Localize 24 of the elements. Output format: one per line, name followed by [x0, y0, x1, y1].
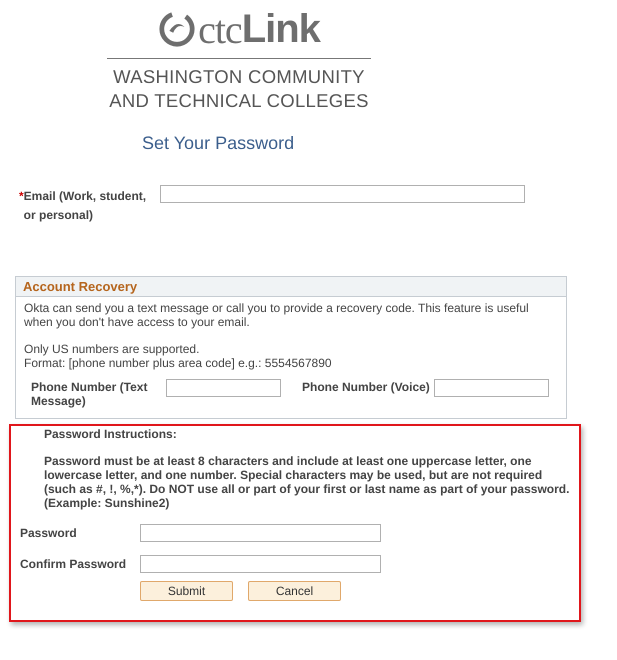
field-label: Confirm Password: [20, 557, 128, 571]
info-text: Only US numbers are supported. Format: [phone number plus area code] e.g.: 5554567890: [24, 342, 333, 370]
logo-subtitle: WASHINGTON COMMUNITY: [113, 65, 365, 89]
panel-title: Account Recovery: [23, 279, 138, 294]
password-field[interactable]: [140, 555, 381, 573]
field-label: Phone Number (Text Message): [31, 380, 148, 408]
logo-text: ctc: [198, 6, 242, 52]
instructions-text: Password must be at least 8 characters and include at least one uppercase letter, one lowercase letter, and one number. Special characters may be used, but are not required (such as #, !, %,*). Do NOT use all or part of your first or last name as part of your password. (Example: Sunshine2): [43, 454, 570, 510]
form-button[interactable]: Cancel: [248, 581, 341, 601]
phone-field[interactable]: [434, 379, 549, 397]
logo-subtitle: AND TECHNICAL COLLEGES: [109, 89, 369, 113]
instructions-heading: Password Instructions:: [43, 427, 178, 441]
required-mark: *: [19, 188, 24, 205]
phone-field[interactable]: [166, 379, 281, 397]
email-field[interactable]: [160, 185, 525, 203]
swirl-logo-icon: [158, 10, 196, 48]
logo-text: Link: [242, 6, 320, 52]
page-title: Set Your Password: [142, 133, 296, 154]
field-label: Phone Number (Voice): [302, 380, 430, 394]
field-label: Email (Work, student, or personal): [24, 188, 148, 224]
password-field[interactable]: [140, 524, 381, 542]
info-text: Okta can send you a text message or call you to provide a recovery code. This feature is useful when you don't have access to your email.: [24, 301, 530, 329]
field-label: Password: [20, 526, 78, 540]
form-button[interactable]: Submit: [140, 581, 233, 601]
